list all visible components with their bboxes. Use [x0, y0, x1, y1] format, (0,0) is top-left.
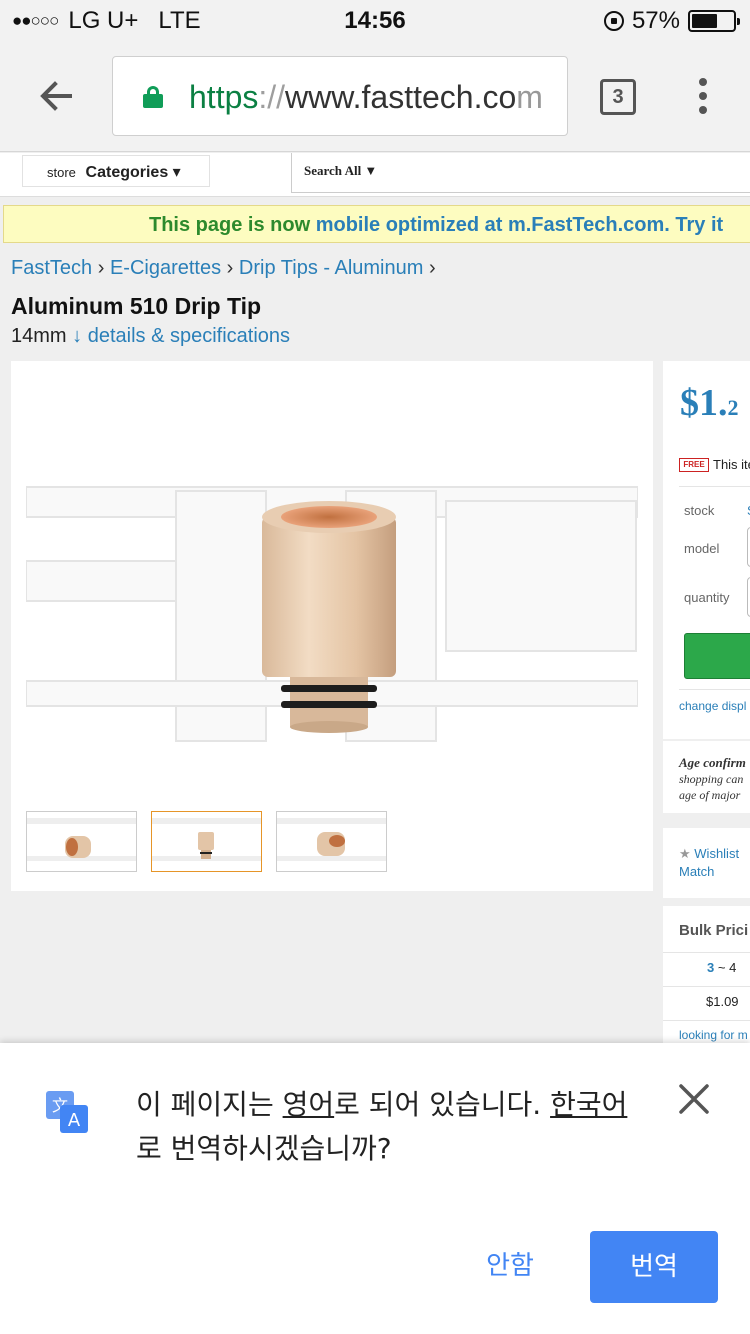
categories-label: Categories ▾	[85, 164, 181, 181]
purchase-panel: $1.2 FREE This ite stock S model quantit…	[663, 361, 750, 739]
quantity-label: quantity	[684, 590, 730, 605]
age-confirm-title: Age confirm	[679, 755, 746, 770]
rotation-lock-icon	[603, 11, 624, 31]
mobile-site-banner: This page is now mobile optimized at m.F…	[3, 205, 750, 243]
store-label: store	[47, 165, 76, 180]
translate-icon: 文 A	[46, 1091, 88, 1133]
free-shipping-note: FREE This ite	[679, 457, 750, 472]
product-thumbnail-3[interactable]	[276, 811, 387, 872]
wishlist-panel: ★ Wishlist Match	[663, 828, 750, 898]
browser-toolbar: https://www.fasttech.com 3	[0, 40, 750, 152]
site-header: store Categories ▾ Search All ▼	[0, 153, 750, 197]
bulk-pricing-panel: Bulk Prici 3 ~ 4 $1.09 looking for m	[663, 906, 750, 1043]
decline-translate-button[interactable]: 안함	[470, 1231, 550, 1301]
translate-button[interactable]: 번역	[590, 1231, 718, 1303]
battery-icon	[688, 10, 740, 32]
product-title: Aluminum 510 Drip Tip	[11, 293, 262, 319]
product-size: 14mm	[11, 325, 67, 347]
product-image-panel	[11, 361, 653, 891]
lock-icon	[143, 86, 163, 108]
bulk-pricing-title: Bulk Prici	[679, 922, 749, 939]
battery-percent: 57%	[631, 7, 680, 34]
status-bar: ●●○○○ LG U+ LTE 14:56 57%	[0, 0, 750, 40]
product-thumbnail-2[interactable]	[151, 811, 262, 872]
breadcrumb-fasttech[interactable]: FastTech	[11, 257, 92, 279]
battery-fill	[692, 14, 717, 28]
change-display-link[interactable]: change displ	[679, 699, 746, 713]
back-button[interactable]	[36, 76, 76, 116]
arrow-left-icon	[40, 81, 72, 111]
model-label: model	[684, 541, 720, 556]
categories-dropdown[interactable]: store Categories ▾	[22, 155, 210, 187]
address-bar[interactable]: https://www.fasttech.com	[112, 56, 568, 136]
url-text[interactable]: https://www.fasttech.com	[189, 79, 543, 116]
source-language-link[interactable]: 영어	[283, 1088, 335, 1121]
star-icon: ★	[679, 846, 691, 861]
product-thumbnail-1[interactable]	[26, 811, 137, 872]
search-scope-dropdown[interactable]: Search All ▼	[291, 153, 750, 193]
details-link[interactable]: ↓ details & specifications	[72, 325, 290, 347]
tab-switcher-button[interactable]: 3	[600, 79, 636, 115]
product-main-image[interactable]	[26, 431, 638, 811]
stock-label: stock	[684, 503, 715, 518]
overflow-menu-button[interactable]	[697, 78, 709, 118]
banner-text: This page is now	[149, 214, 316, 236]
bulk-price: $1.09	[706, 994, 739, 1009]
close-translate-button[interactable]	[676, 1081, 712, 1117]
svg-text:A: A	[68, 1110, 81, 1131]
age-confirm-panel: Age confirm shopping can age of major	[663, 741, 750, 813]
down-arrow-icon: ↓	[72, 325, 83, 347]
bulk-qty-range: 3 ~ 4	[707, 960, 737, 975]
product-subtitle: 14mm ↓ details & specifications	[11, 325, 290, 348]
looking-for-more-link[interactable]: looking for m	[679, 1028, 748, 1042]
close-icon	[679, 1084, 709, 1114]
product-price: $1.2	[680, 382, 739, 424]
web-page: store Categories ▾ Search All ▼ This pag…	[0, 153, 750, 1043]
target-language-link[interactable]: 한국어	[550, 1088, 627, 1121]
mobile-site-link[interactable]: mobile optimized at m.FastTech.com. Try …	[316, 214, 723, 236]
age-line-1: shopping can	[679, 772, 744, 786]
breadcrumb-e-cigarettes[interactable]: E-Cigarettes	[110, 257, 221, 279]
add-to-cart-button[interactable]	[684, 633, 750, 679]
free-shipping-icon: FREE	[679, 457, 709, 472]
age-line-2: age of major	[679, 788, 741, 802]
translate-message: 이 페이지는 영어로 되어 있습니다. 한국어로 번역하시겠습니까?	[136, 1088, 628, 1165]
match-link[interactable]: Match	[679, 864, 714, 879]
breadcrumb: FastTech › E-Cigarettes › Drip Tips - Al…	[11, 257, 436, 279]
breadcrumb-drip-tips-aluminum[interactable]: Drip Tips - Aluminum	[239, 257, 424, 279]
wishlist-link[interactable]: ★ Wishlist	[679, 846, 739, 862]
